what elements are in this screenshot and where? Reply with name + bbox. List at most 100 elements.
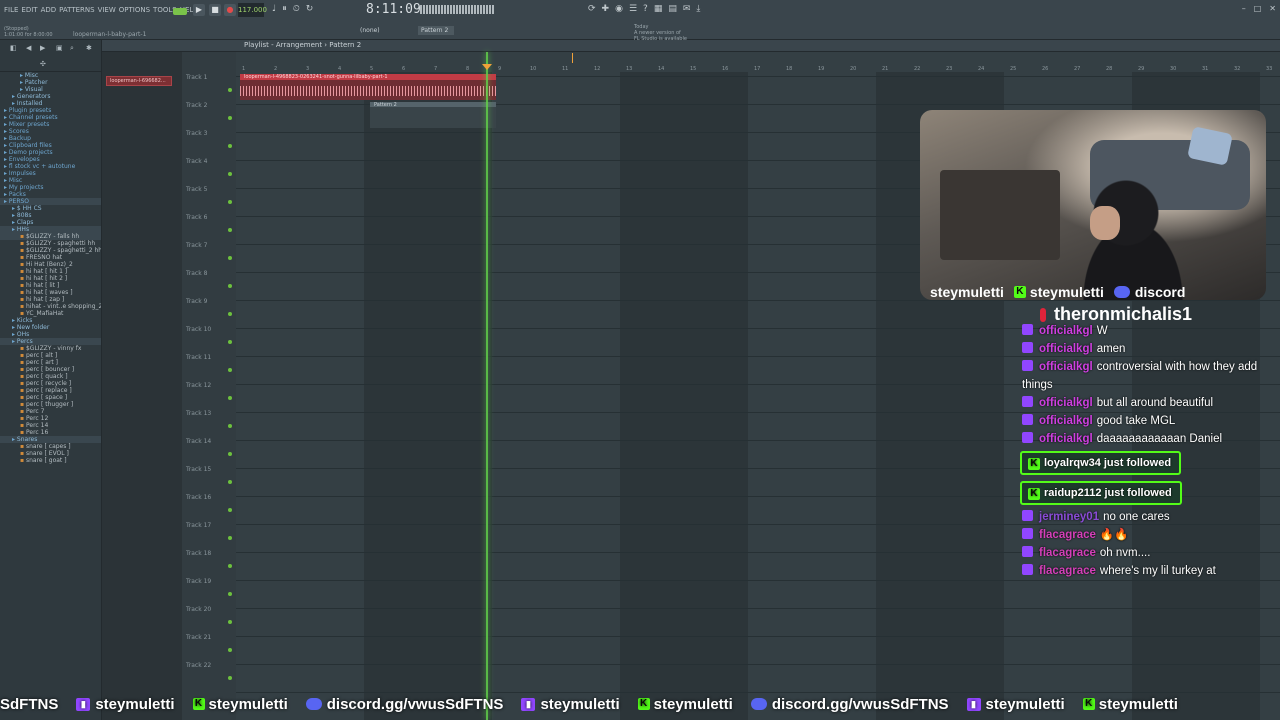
timeline-ruler[interactable]: 1 2 3 4 5 6 7 8 9 10 11 12 13 14 15 16 17 18 19 20 21 22 23 24 2…: [236, 52, 1280, 72]
browser-item[interactable]: ▪ $GLIZZY - spaghetti_2 hh: [0, 247, 101, 254]
track-label[interactable]: Track 4: [186, 158, 207, 165]
search-icon[interactable]: ⌕: [70, 44, 74, 53]
shuffle-icon[interactable]: ✣: [40, 60, 46, 68]
track-label[interactable]: Track 20: [186, 606, 211, 613]
browser-item[interactable]: ▸ Installed: [0, 100, 101, 107]
browser-item[interactable]: ▪ Hi Hat (Benz)_2: [0, 261, 101, 268]
track-label[interactable]: Track 11: [186, 354, 211, 361]
chat-icon[interactable]: ✉: [683, 4, 691, 14]
refresh-icon[interactable]: ⟳: [588, 4, 596, 14]
track-label[interactable]: Track 17: [186, 522, 211, 529]
browser-item[interactable]: ▪ hi hat [ zap ]: [0, 296, 101, 303]
track-label[interactable]: Track 22: [186, 662, 211, 669]
browser-item[interactable]: ▸ 808s: [0, 212, 101, 219]
browser-item[interactable]: ▪ snare [ capes ]: [0, 443, 101, 450]
browser-item[interactable]: ▪ $GLIZZY - spaghetti hh: [0, 240, 101, 247]
browser-item[interactable]: ▸ Channel presets: [0, 114, 101, 121]
playhead[interactable]: [486, 52, 488, 720]
browser-item[interactable]: ▪ hi hat [ waves ]: [0, 289, 101, 296]
collapse-icon[interactable]: ◧: [10, 44, 17, 52]
menu-item-options[interactable]: OPTIONS: [119, 6, 150, 14]
plugin-icon[interactable]: ✚: [602, 4, 610, 14]
browser-item[interactable]: ▸ Packs: [0, 191, 101, 198]
browser-item[interactable]: ▪ perc [ alt ]: [0, 352, 101, 359]
track-label[interactable]: Track 3: [186, 130, 207, 137]
browser-item[interactable]: ▪ $GLIZZY - falls hh: [0, 233, 101, 240]
browser-item[interactable]: ▪ perc [ bouncer ]: [0, 366, 101, 373]
stop-button[interactable]: ■: [209, 4, 221, 16]
track-label[interactable]: Track 18: [186, 550, 211, 557]
mic-icon[interactable]: ◉: [615, 4, 623, 14]
browser-item[interactable]: ▪ perc [ recycle ]: [0, 380, 101, 387]
channel-rack-icon[interactable]: ▦: [654, 4, 663, 14]
loop-record-icon[interactable]: ↻: [306, 4, 314, 14]
download-icon[interactable]: ⤓: [696, 4, 700, 14]
browser-item[interactable]: ▪ hi hat [ hit 2 ]: [0, 275, 101, 282]
browser-item[interactable]: ▸ Kicks: [0, 317, 101, 324]
track-label[interactable]: Track 19: [186, 578, 211, 585]
track-mute-led[interactable]: [228, 620, 232, 624]
track-label[interactable]: Track 7: [186, 242, 207, 249]
track-label[interactable]: Track 10: [186, 326, 211, 333]
menu-item-file[interactable]: FILE: [4, 6, 18, 14]
track-mute-led[interactable]: [228, 676, 232, 680]
track-label[interactable]: Track 1: [186, 74, 207, 81]
loop-marker[interactable]: [572, 53, 573, 63]
browser-item[interactable]: ▪ hi hat [ lit ]: [0, 282, 101, 289]
browser-item[interactable]: ▪ FRESNO hat: [0, 254, 101, 261]
browser-item[interactable]: ▸ Visual: [0, 86, 101, 93]
menu-item-view[interactable]: VIEW: [98, 6, 116, 14]
song-time-display[interactable]: 8:11:09: [366, 2, 421, 18]
browser-item[interactable]: ▪ YC_MafiaHat: [0, 310, 101, 317]
browser-item[interactable]: ▸ fl stock vc + autotune: [0, 163, 101, 170]
picker-clip[interactable]: looperman-l-696682...: [106, 76, 172, 86]
browser-item[interactable]: ▪ snare [ goat ]: [0, 457, 101, 464]
minimize-icon[interactable]: –: [1242, 4, 1246, 13]
browser-item[interactable]: ▪ perc [ art ]: [0, 359, 101, 366]
browser-item[interactable]: ▸ Impulses: [0, 170, 101, 177]
track-label[interactable]: Track 13: [186, 410, 211, 417]
track-mute-led[interactable]: [228, 452, 232, 456]
browser-item[interactable]: ▸ Backup: [0, 135, 101, 142]
track-mute-led[interactable]: [228, 424, 232, 428]
browser-item[interactable]: ▸ Plugin presets: [0, 107, 101, 114]
browser-item[interactable]: ▪ perc [ space ]: [0, 394, 101, 401]
track-mute-led[interactable]: [228, 284, 232, 288]
track-mute-led[interactable]: [228, 564, 232, 568]
mixer-icon[interactable]: ☰: [629, 4, 637, 14]
wait-icon[interactable]: ⏸: [282, 4, 287, 14]
track-mute-led[interactable]: [228, 88, 232, 92]
track-label[interactable]: Track 2: [186, 102, 207, 109]
browser-item[interactable]: ▸ Claps: [0, 219, 101, 226]
countdown-icon[interactable]: ⏲: [293, 4, 300, 14]
pattern-song-toggle[interactable]: [173, 8, 187, 15]
track-label[interactable]: Track 21: [186, 634, 211, 641]
track-label[interactable]: Track 6: [186, 214, 207, 221]
help-icon[interactable]: ?: [643, 4, 648, 14]
track-mute-led[interactable]: [228, 256, 232, 260]
track-label[interactable]: Track 16: [186, 494, 211, 501]
track-label[interactable]: Track 12: [186, 382, 211, 389]
snap-selector[interactable]: (none): [360, 27, 380, 34]
track-mute-led[interactable]: [228, 340, 232, 344]
back-icon[interactable]: ◀: [26, 44, 31, 52]
browser-item[interactable]: ▪ perc [ quack ]: [0, 373, 101, 380]
menu-icon[interactable]: ✱: [86, 44, 92, 52]
browser-item[interactable]: ▸ Demo projects: [0, 149, 101, 156]
browser-item[interactable]: ▪ snare [ EVOL ]: [0, 450, 101, 457]
browser-item[interactable]: ▸ HHs: [0, 226, 101, 233]
pattern-selector[interactable]: Pattern 2: [418, 26, 454, 35]
browser-item[interactable]: ▸ Scores: [0, 128, 101, 135]
metronome-icon[interactable]: ♩: [272, 4, 276, 14]
browser-item[interactable]: ▪ perc [ replace ]: [0, 387, 101, 394]
browser-item[interactable]: ▸ Patcher: [0, 79, 101, 86]
track-mute-led[interactable]: [228, 144, 232, 148]
track-mute-led[interactable]: [228, 536, 232, 540]
browser-item[interactable]: ▸ New folder: [0, 324, 101, 331]
track-mute-led[interactable]: [228, 172, 232, 176]
menu-item-patterns[interactable]: PATTERNS: [59, 6, 94, 14]
track-mute-led[interactable]: [228, 396, 232, 400]
maximize-icon[interactable]: □: [1254, 4, 1262, 13]
track-mute-led[interactable]: [228, 648, 232, 652]
browser-item[interactable]: ▸ Misc: [0, 177, 101, 184]
